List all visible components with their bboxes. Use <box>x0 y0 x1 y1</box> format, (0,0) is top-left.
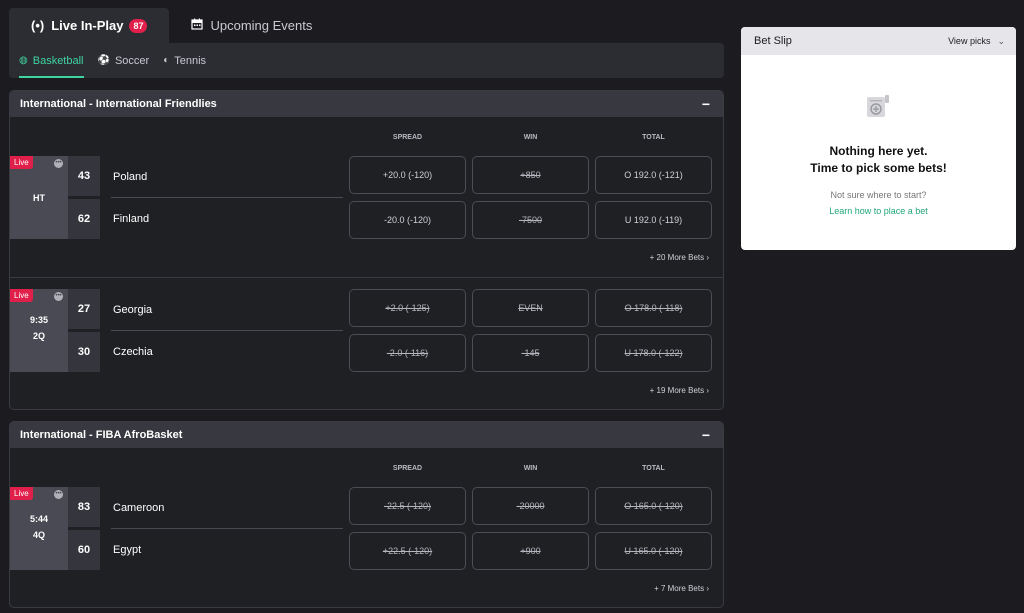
odds-button-spread[interactable]: -22.5 (-120) <box>349 487 466 525</box>
live-badge: Live <box>10 487 33 500</box>
more-bets-link[interactable]: + 7 More Bets › <box>654 584 709 593</box>
view-picks-label: View picks <box>948 36 991 46</box>
live-count-badge: 87 <box>129 18 148 33</box>
sport-tab-tennis[interactable]: ◐ Tennis <box>163 43 206 78</box>
column-header-win: WIN <box>523 134 538 141</box>
match-row: Live ••• 5:44 4Q 83 60 Cameroon Egypt -2… <box>10 482 723 607</box>
sport-tabs: ◍ Basketball ⚽ Soccer ◐ Tennis <box>9 43 724 78</box>
match-row: Live ••• 9:35 2Q 27 30 Georgia Czechia +… <box>10 277 723 409</box>
column-header-win: WIN <box>523 465 538 472</box>
bet-slip-header: Bet Slip View picks ⌄ <box>741 27 1016 55</box>
odds-button-total[interactable]: O 192.0 (-121) <box>595 156 712 194</box>
soccer-ball-icon: ⚽ <box>97 55 110 66</box>
odds-button-win[interactable]: -7500 <box>472 201 589 239</box>
odds-button-total[interactable]: O 165.0 (-120) <box>595 487 712 525</box>
team-name: Cameroon <box>113 502 165 514</box>
more-options-icon[interactable]: ••• <box>54 292 63 301</box>
tennis-ball-icon: ◐ <box>163 55 170 66</box>
odds-button-spread[interactable]: +20.0 (-120) <box>349 156 466 194</box>
live-badge: Live <box>10 156 33 169</box>
league-header: International - FIBA AfroBasket − <box>10 422 723 448</box>
game-period: 4Q <box>32 530 45 540</box>
team-score: 83 <box>68 487 100 527</box>
team-divider <box>111 330 343 331</box>
game-clock: 9:35 <box>29 315 48 325</box>
game-clock: 5:44 <box>29 514 48 524</box>
tab-label: Live In-Play <box>51 18 124 33</box>
column-header-total: TOTAL <box>642 134 665 141</box>
sport-tab-label: Basketball <box>32 54 84 67</box>
odds-button-total[interactable]: U 192.0 (-119) <box>595 201 712 239</box>
empty-message-line2: Time to pick some bets! <box>810 161 947 175</box>
bet-slip-title: Bet Slip <box>754 35 792 47</box>
sport-tab-basketball[interactable]: ◍ Basketball <box>19 43 84 78</box>
odds-button-win[interactable]: EVEN <box>472 289 589 327</box>
team-name: Egypt <box>113 544 142 556</box>
column-header-spread: SPREAD <box>392 465 423 472</box>
team-name: Czechia <box>113 346 153 358</box>
more-options-icon[interactable]: ••• <box>54 159 63 168</box>
odds-button-win[interactable]: -20000 <box>472 487 589 525</box>
sport-tab-label: Soccer <box>114 54 150 67</box>
team-score: 62 <box>68 199 100 239</box>
match-status: Live ••• 9:35 2Q <box>10 289 68 372</box>
league-panel: International - FIBA AfroBasket − SPREAD… <box>9 421 724 608</box>
more-bets-link[interactable]: + 19 More Bets › <box>650 386 709 395</box>
bet-ticket-add-icon <box>865 94 891 125</box>
match-status: Live ••• 5:44 4Q <box>10 487 68 570</box>
tab-upcoming-events[interactable]: Upcoming Events <box>169 8 334 43</box>
more-bets-link[interactable]: + 20 More Bets › <box>650 253 709 262</box>
league-title: International - FIBA AfroBasket <box>20 429 183 441</box>
empty-hint: Not sure where to start? <box>830 190 927 200</box>
live-broadcast-icon: (•) <box>31 18 45 33</box>
chevron-down-icon: ⌄ <box>997 35 1005 46</box>
empty-message-line1: Nothing here yet. <box>829 144 928 158</box>
bet-slip: Bet Slip View picks ⌄ Nothing here yet. … <box>741 27 1016 250</box>
sport-tab-label: Tennis <box>174 54 207 67</box>
team-divider <box>111 197 343 198</box>
basketball-icon: ◍ <box>19 55 28 66</box>
team-name: Poland <box>113 171 148 183</box>
team-score: 60 <box>68 530 100 570</box>
team-name: Finland <box>113 213 150 225</box>
team-score: 43 <box>68 156 100 196</box>
calendar-icon <box>191 18 204 33</box>
view-picks-button[interactable]: View picks ⌄ <box>948 36 1005 47</box>
tab-label: Upcoming Events <box>210 18 313 33</box>
tab-live-in-play[interactable]: (•) Live In-Play 87 <box>9 8 170 43</box>
odds-button-total[interactable]: O 178.0 (-118) <box>595 289 712 327</box>
odds-button-spread[interactable]: +22.5 (-120) <box>349 532 466 570</box>
sport-tab-soccer[interactable]: ⚽ Soccer <box>98 43 150 78</box>
learn-how-link[interactable]: Learn how to place a bet <box>741 206 1016 216</box>
odds-button-total[interactable]: U 178.0 (-122) <box>595 334 712 372</box>
match-row: Live ••• HT 43 62 Poland Finland +20.0 (… <box>10 151 723 276</box>
team-score: 30 <box>68 332 100 372</box>
game-clock: HT <box>33 193 45 203</box>
odds-button-win[interactable]: +850 <box>472 156 589 194</box>
odds-button-total[interactable]: U 165.0 (-120) <box>595 532 712 570</box>
team-name: Georgia <box>113 304 153 316</box>
column-header-spread: SPREAD <box>392 134 423 141</box>
league-panel: International - International Friendlies… <box>9 90 724 410</box>
game-period: 2Q <box>32 331 45 341</box>
league-title: International - International Friendlies <box>20 98 217 110</box>
team-divider <box>111 528 343 529</box>
match-status: Live ••• HT <box>10 156 68 239</box>
odds-button-spread[interactable]: -2.0 (-116) <box>349 334 466 372</box>
team-score: 27 <box>68 289 100 329</box>
column-header-total: TOTAL <box>642 465 665 472</box>
collapse-button[interactable]: − <box>699 96 713 112</box>
more-options-icon[interactable]: ••• <box>54 490 63 499</box>
odds-button-spread[interactable]: -20.0 (-120) <box>349 201 466 239</box>
odds-button-win[interactable]: +900 <box>472 532 589 570</box>
league-header: International - International Friendlies… <box>10 91 723 117</box>
odds-button-spread[interactable]: +2.0 (-125) <box>349 289 466 327</box>
collapse-button[interactable]: − <box>699 427 713 443</box>
odds-button-win[interactable]: -145 <box>472 334 589 372</box>
live-badge: Live <box>10 289 33 302</box>
top-tabs: (•) Live In-Play 87 Upcoming Events <box>9 8 334 43</box>
